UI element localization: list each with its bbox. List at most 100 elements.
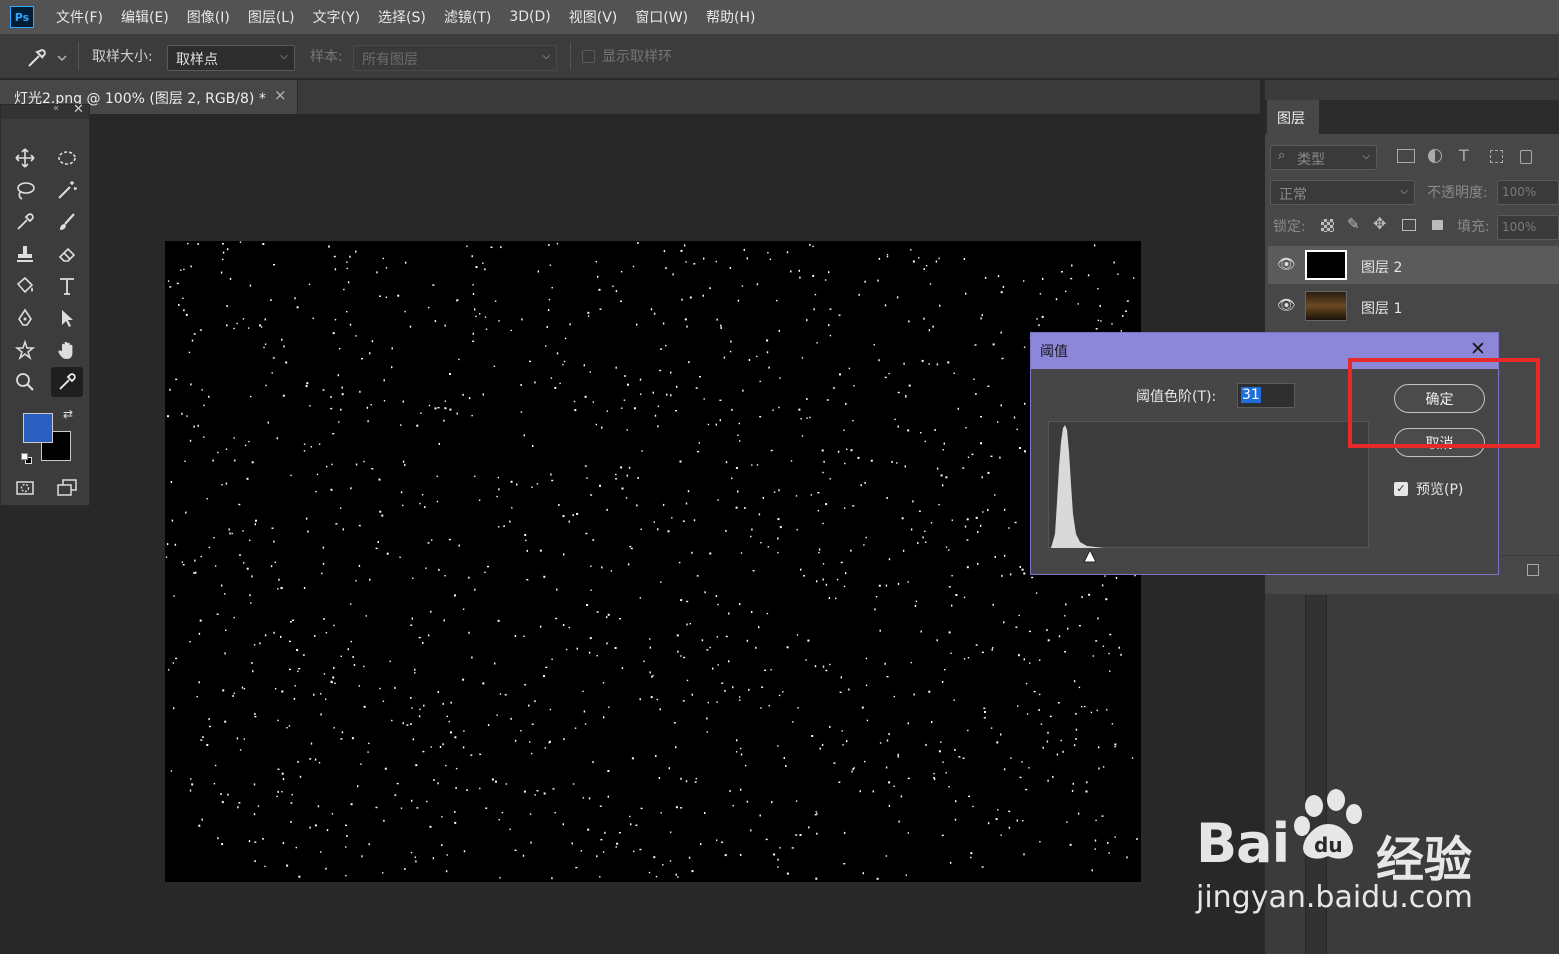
clone-stamp-tool[interactable] xyxy=(9,239,41,269)
move-tool[interactable] xyxy=(9,143,41,173)
lock-artboard-icon[interactable] xyxy=(1402,219,1416,231)
chevron-down-icon: ⌵ xyxy=(1362,151,1370,162)
tab-strip xyxy=(298,80,1260,114)
magic-wand-tool[interactable] xyxy=(51,175,83,205)
menu-help[interactable]: 帮助(H) xyxy=(706,7,755,27)
pen-tool[interactable] xyxy=(9,303,41,333)
paint-bucket-tool[interactable] xyxy=(9,271,41,301)
lasso-tool[interactable] xyxy=(9,175,41,205)
menu-image[interactable]: 图像(I) xyxy=(187,7,230,27)
shape-filter-icon[interactable] xyxy=(1490,150,1503,163)
fill-value: 100% xyxy=(1502,220,1537,234)
type-tool[interactable] xyxy=(51,271,83,301)
menu-edit[interactable]: 编辑(E) xyxy=(121,7,169,27)
type-filter-icon[interactable]: T xyxy=(1459,146,1469,165)
divider xyxy=(78,42,79,70)
shape-icon xyxy=(14,339,36,361)
opacity-value: 100% xyxy=(1502,185,1537,199)
baidu-paw-logo: du xyxy=(1292,786,1372,866)
watermark-url: jingyan.baidu.com xyxy=(1196,880,1473,915)
default-colors-icon[interactable] xyxy=(21,453,33,465)
svg-text:du: du xyxy=(1314,833,1343,857)
chevron-down-icon: ⌵ xyxy=(542,51,550,62)
marquee-tool[interactable] xyxy=(51,143,83,173)
quick-mask-button[interactable] xyxy=(9,473,41,503)
threshold-slider-handle[interactable] xyxy=(1082,548,1098,564)
preview-label: 预览(P) xyxy=(1416,482,1464,498)
paint-bucket-icon xyxy=(16,276,34,294)
lock-transparency-icon[interactable] xyxy=(1321,219,1334,232)
photoshop-logo: Ps xyxy=(10,6,34,28)
close-icon[interactable]: × xyxy=(274,86,287,104)
eye-visibility-icon[interactable]: 👁 xyxy=(1277,296,1296,314)
menu-file[interactable]: 文件(F) xyxy=(56,7,103,27)
layer-name: 图层 1 xyxy=(1361,301,1403,317)
close-icon[interactable]: ✕ xyxy=(1470,338,1486,360)
opacity-label: 不透明度: xyxy=(1427,185,1488,201)
sample-size-select[interactable]: 取样点 ⌵ xyxy=(167,45,295,71)
move-icon xyxy=(15,148,35,168)
histogram xyxy=(1048,421,1369,548)
tab-layers[interactable]: 图层 xyxy=(1267,100,1319,134)
eyedropper-tool[interactable] xyxy=(51,367,83,397)
menu-select[interactable]: 选择(S) xyxy=(378,7,426,27)
noise-dots-image xyxy=(165,241,1138,880)
swap-colors-icon[interactable]: ⇄ xyxy=(63,407,73,421)
lock-pixels-icon[interactable]: ✎ xyxy=(1347,215,1360,233)
highlight-box xyxy=(1348,358,1540,448)
menu-layer[interactable]: 图层(L) xyxy=(248,7,295,27)
foreground-color-swatch[interactable] xyxy=(23,413,53,443)
smart-object-filter-icon[interactable] xyxy=(1520,150,1532,164)
document-image[interactable] xyxy=(165,241,1141,882)
hand-tool[interactable] xyxy=(51,335,83,365)
elliptical-marquee-icon xyxy=(58,151,76,165)
lock-all-icon[interactable] xyxy=(1432,220,1443,230)
eraser-tool[interactable] xyxy=(51,239,83,269)
sample-select[interactable]: 所有图层 ⌵ xyxy=(353,45,557,71)
custom-shape-tool[interactable] xyxy=(9,335,41,365)
menu-bar: Ps 文件(F) 编辑(E) 图像(I) 图层(L) 文字(Y) 选择(S) 滤… xyxy=(0,0,1559,34)
zoom-tool[interactable] xyxy=(9,367,41,397)
eyedropper-spot-tool[interactable] xyxy=(9,207,41,237)
layer-filter-select[interactable]: ⌕ 类型 ⌵ xyxy=(1270,145,1377,170)
opacity-input[interactable]: 100% xyxy=(1497,180,1559,205)
pixel-filter-icon[interactable] xyxy=(1397,149,1415,163)
eraser-icon xyxy=(58,247,76,262)
path-selection-tool[interactable] xyxy=(51,303,83,333)
menu-type[interactable]: 文字(Y) xyxy=(313,7,360,27)
new-layer-icon[interactable] xyxy=(1527,564,1539,576)
collapse-icon[interactable]: « xyxy=(53,103,59,114)
menu-3d[interactable]: 3D(D) xyxy=(509,9,550,25)
layer-thumbnail xyxy=(1305,250,1347,280)
toolbar-header[interactable]: « ✕ xyxy=(1,102,89,119)
menu-filter[interactable]: 滤镜(T) xyxy=(444,7,491,27)
fill-label: 填充: xyxy=(1457,219,1490,235)
threshold-level-input[interactable]: 31 xyxy=(1237,383,1295,408)
adjustment-filter-icon[interactable] xyxy=(1428,149,1442,163)
screen-mode-button[interactable] xyxy=(51,473,83,503)
fill-input[interactable]: 100% xyxy=(1497,215,1559,240)
close-icon[interactable]: ✕ xyxy=(73,102,84,117)
screen-mode-icon xyxy=(57,479,77,496)
eye-visibility-icon[interactable]: 👁 xyxy=(1277,255,1296,273)
layer-thumbnail xyxy=(1305,291,1347,321)
tool-preset-picker[interactable] xyxy=(24,46,68,70)
brush-tool[interactable] xyxy=(51,207,83,237)
menu-view[interactable]: 视图(V) xyxy=(569,7,618,27)
histogram-graph xyxy=(1051,425,1104,548)
layer-row-layer-2[interactable]: 👁 图层 2 xyxy=(1268,246,1559,284)
show-ring-checkbox[interactable] xyxy=(582,50,595,63)
pen-icon xyxy=(18,308,32,326)
tools-panel: « ✕ ⇄ xyxy=(0,102,90,506)
blend-mode-select[interactable]: 正常 ⌵ xyxy=(1270,180,1415,205)
lock-position-icon[interactable]: ✥ xyxy=(1373,214,1386,233)
menu-window[interactable]: 窗口(W) xyxy=(635,7,688,27)
chevron-down-icon: ⌵ xyxy=(280,51,288,62)
layer-row-layer-1[interactable]: 👁 图层 1 xyxy=(1268,287,1559,325)
layer-name: 图层 2 xyxy=(1361,260,1403,276)
sample-size-label: 取样大小: xyxy=(92,49,153,65)
type-icon xyxy=(60,278,74,295)
lasso-icon xyxy=(17,182,35,200)
preview-checkbox[interactable]: ✓ xyxy=(1394,482,1408,496)
sample-size-value: 取样点 xyxy=(176,52,218,68)
